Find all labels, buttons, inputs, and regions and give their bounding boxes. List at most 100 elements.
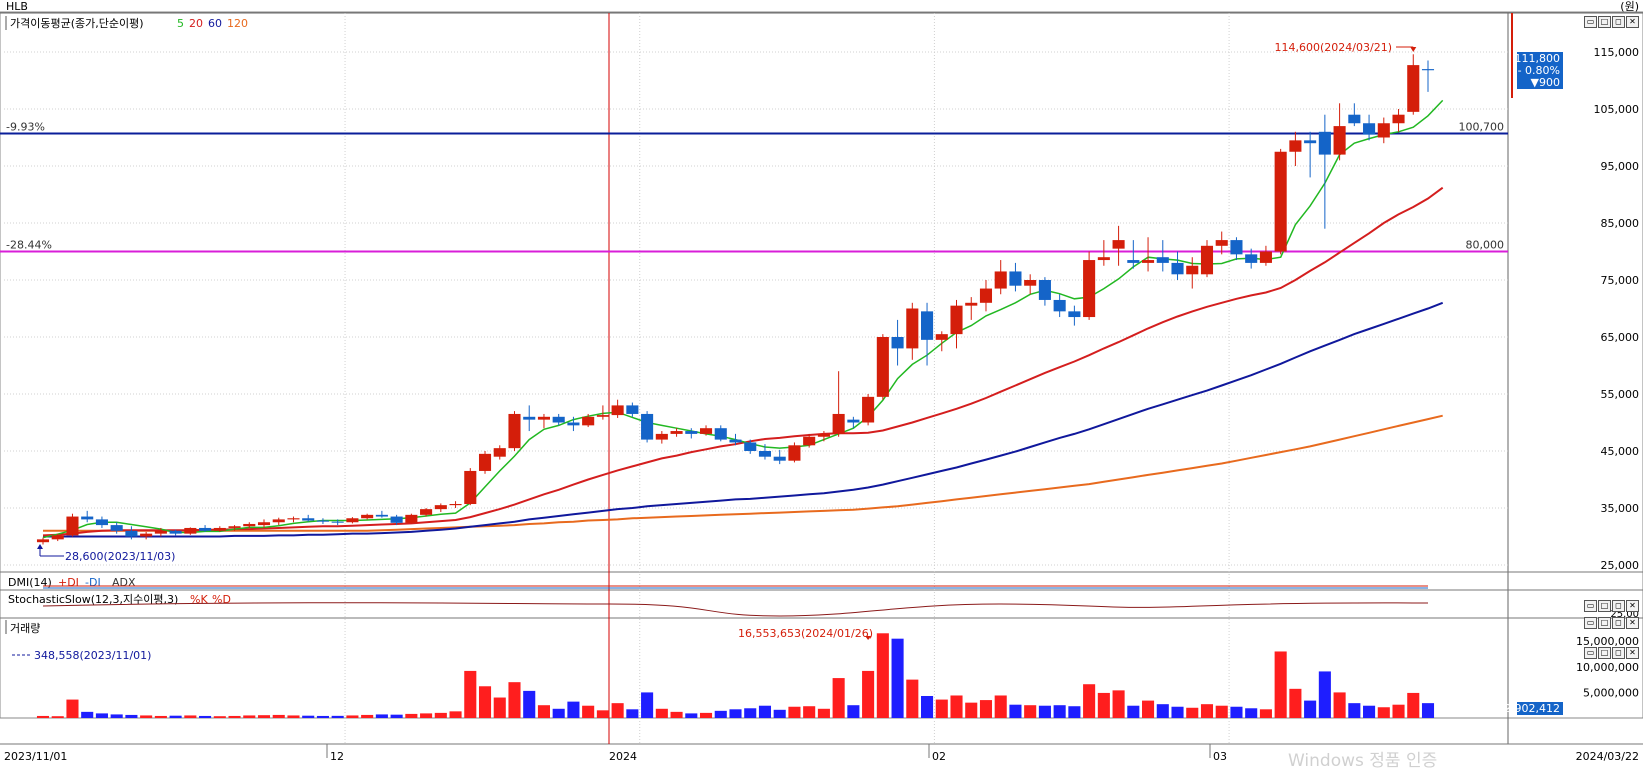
candle-body [1112,240,1125,249]
candle-body [670,431,683,434]
stoch-k-line [42,602,1429,617]
volume-bar [1363,705,1376,718]
candle-body [243,523,256,527]
volume-bar [1421,703,1435,718]
dmi-panel-controls[interactable]: ▭ □ ◻ ✕ [1584,600,1639,612]
restore-icon[interactable]: □ [1598,16,1611,28]
volume-bar [1304,700,1317,718]
volume-bar [1200,704,1214,718]
candle-body [537,416,550,420]
maximize-icon[interactable]: ◻ [1612,16,1625,28]
minimize-icon[interactable]: ▭ [1584,647,1597,659]
x-axis-end-date: 2024/03/22 [1576,750,1639,763]
volume-bar [1156,704,1169,718]
candle-body [1215,240,1228,246]
volume-bar [1083,684,1096,718]
candle-body [1304,140,1317,144]
candle-body [154,530,167,534]
close-icon[interactable]: ✕ [1626,600,1639,612]
volume-bar [950,695,963,718]
close-icon[interactable]: ✕ [1626,647,1639,659]
volume-bar [184,715,197,718]
volume-tick-label: 5,000,000 [1583,686,1639,699]
candle-body [1318,131,1331,155]
x-axis-month-label: 03 [1213,750,1227,763]
candle-body [655,433,668,440]
volume-bar [1215,705,1228,718]
candle-body [1156,257,1169,263]
volume-bar [1068,706,1081,718]
volume-bar [95,713,108,718]
volume-bar [641,692,654,718]
candle-body [478,453,492,471]
volume-bar [478,686,492,718]
minimize-icon[interactable]: ▭ [1584,16,1597,28]
candle-body [523,416,536,420]
restore-icon[interactable]: □ [1598,600,1611,612]
volume-bar [110,714,123,718]
dmi-legend-item: -DI [85,576,101,589]
candle-body [582,416,595,426]
volume-bar [1333,692,1346,718]
volume-bar [243,715,256,718]
candle-body [847,419,860,423]
volume-bar [758,705,772,718]
candle-body [66,516,79,536]
volume-bar [316,715,329,718]
low-annotation-arrow [37,544,43,549]
volume-bar [81,711,94,718]
maximize-icon[interactable]: ◻ [1612,617,1625,629]
volume-bar [493,697,506,718]
volume-bar [803,706,816,718]
volume-panel-controls[interactable]: ▭ □ ◻ ✕ [1584,647,1639,659]
candle-body [1068,311,1081,318]
price-panel-controls[interactable]: ▭ □ ◻ ✕ [1584,16,1639,28]
candle-body [331,521,344,523]
close-icon[interactable]: ✕ [1626,617,1639,629]
volume-bar [1038,705,1051,718]
volume-bar [1318,671,1331,718]
candle-body [36,539,50,543]
candle-body [626,405,639,414]
candle-body [788,445,801,461]
candle-body [567,422,580,426]
maximize-icon[interactable]: ◻ [1612,600,1625,612]
volume-bar [788,706,801,718]
volume-bar [449,711,462,718]
candle-body [213,527,226,531]
stoch-panel-controls[interactable]: ▭ □ ◻ ✕ [1584,617,1639,629]
volume-bar [272,714,285,718]
stock-chart: 115,000105,00095,00085,00075,00065,00055… [0,0,1643,763]
volume-bar [832,678,845,718]
candle-body [449,504,462,506]
restore-icon[interactable]: □ [1598,647,1611,659]
minimize-icon[interactable]: ▭ [1584,617,1597,629]
candle-body [891,337,904,349]
candle-body [184,527,197,534]
ma-legend-period-120: 120 [227,17,248,30]
candle-body [302,518,315,521]
minimize-icon[interactable]: ▭ [1584,600,1597,612]
candle-body [1289,140,1302,152]
low-price-annotation: 28,600(2023/11/03) [65,550,175,563]
volume-bar [965,702,978,718]
volume-bar [1009,704,1022,718]
price-tick-label: 55,000 [1601,388,1640,401]
volume-bar [1245,708,1258,718]
close-icon[interactable]: ✕ [1626,16,1639,28]
volume-bar [1171,706,1184,718]
volume-bar [1392,704,1405,718]
restore-icon[interactable]: □ [1598,617,1611,629]
volume-bar [699,712,713,718]
candle-body [1053,299,1066,312]
candle-body [1421,69,1435,71]
maximize-icon[interactable]: ◻ [1612,647,1625,659]
volume-tick-label: 10,000,000 [1576,661,1639,674]
candle-body [493,448,506,457]
candle-body [906,308,919,349]
candle-body [1230,240,1243,255]
price-tick-label: 45,000 [1601,445,1640,458]
volume-bar [1112,690,1125,718]
candle-body [862,396,875,423]
candle-body [817,433,830,437]
